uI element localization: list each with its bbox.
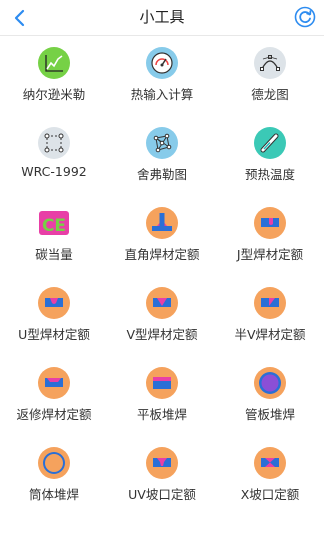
tool-item[interactable]: 舍弗勒图 (108, 113, 216, 191)
tool-item[interactable]: U型焊材定额 (0, 273, 108, 351)
tool-label: J型焊材定额 (236, 247, 304, 262)
page-title: 小工具 (139, 8, 185, 26)
tool-item[interactable]: 热输入计算 (108, 33, 216, 111)
tool-label: 纳尔逊米勒 (22, 87, 86, 102)
tool-label: 舍弗勒图 (136, 167, 187, 182)
cylinder-overlay-icon (38, 447, 70, 479)
repair-weld-icon (38, 367, 70, 399)
bezier-curve-icon (254, 47, 286, 79)
tool-item[interactable]: 返修焊材定额 (0, 353, 108, 431)
tool-label: X坡口定额 (240, 487, 300, 502)
t-joint-weld-icon (146, 207, 178, 239)
tool-item[interactable]: 预热温度 (216, 113, 324, 191)
tube-plate-overlay-icon (254, 367, 286, 399)
x-groove-icon (254, 447, 286, 479)
uv-groove-icon (146, 447, 178, 479)
u-groove-weld-icon (38, 287, 70, 319)
tool-item[interactable]: 筒体堆焊 (0, 433, 108, 511)
tool-label: V型焊材定额 (126, 327, 198, 342)
svg-text:CE: CE (42, 216, 66, 236)
tool-item[interactable]: 直角焊材定额 (108, 193, 216, 271)
tool-item[interactable]: 平板堆焊 (108, 353, 216, 431)
tool-label: 筒体堆焊 (28, 487, 79, 502)
tool-item[interactable]: 管板堆焊 (216, 353, 324, 431)
tool-label: 管板堆焊 (244, 407, 295, 422)
line-chart-icon (38, 47, 70, 79)
refresh-icon (294, 6, 316, 28)
tool-label: 平板堆焊 (136, 407, 187, 422)
tool-item[interactable]: 纳尔逊米勒 (0, 33, 108, 111)
dotted-square-icon (38, 127, 70, 159)
tool-label: 返修焊材定额 (16, 407, 92, 422)
tool-label: WRC-1992 (21, 164, 87, 179)
network-graph-icon (146, 127, 178, 159)
v-groove-weld-icon (146, 287, 178, 319)
tool-item[interactable]: V型焊材定额 (108, 273, 216, 351)
tool-label: 预热温度 (244, 167, 295, 182)
tool-item[interactable]: J型焊材定额 (216, 193, 324, 271)
tool-item[interactable]: WRC-1992 (0, 113, 108, 191)
tool-label: U型焊材定额 (18, 327, 90, 342)
half-v-groove-weld-icon (254, 287, 286, 319)
tool-label: 碳当量 (35, 247, 73, 262)
tool-item[interactable]: CE 碳当量 (0, 193, 108, 271)
ce-badge-icon: CE (38, 207, 70, 239)
tool-label: 半V焊材定额 (234, 327, 306, 342)
refresh-button[interactable] (294, 6, 316, 28)
tool-item[interactable]: X坡口定额 (216, 433, 324, 511)
tool-label: UV坡口定额 (128, 487, 196, 502)
j-groove-weld-icon (254, 207, 286, 239)
flat-plate-overlay-icon (146, 367, 178, 399)
tool-label: 热输入计算 (130, 87, 194, 102)
tool-item[interactable]: 半V焊材定额 (216, 273, 324, 351)
tool-item[interactable]: UV坡口定额 (108, 433, 216, 511)
tool-label: 直角焊材定额 (124, 247, 200, 262)
gauge-icon (146, 47, 178, 79)
tool-label: 德龙图 (251, 87, 289, 102)
tool-item[interactable]: 德龙图 (216, 33, 324, 111)
top-bar: 小工具 (0, 0, 324, 36)
thermometer-icon (254, 127, 286, 159)
